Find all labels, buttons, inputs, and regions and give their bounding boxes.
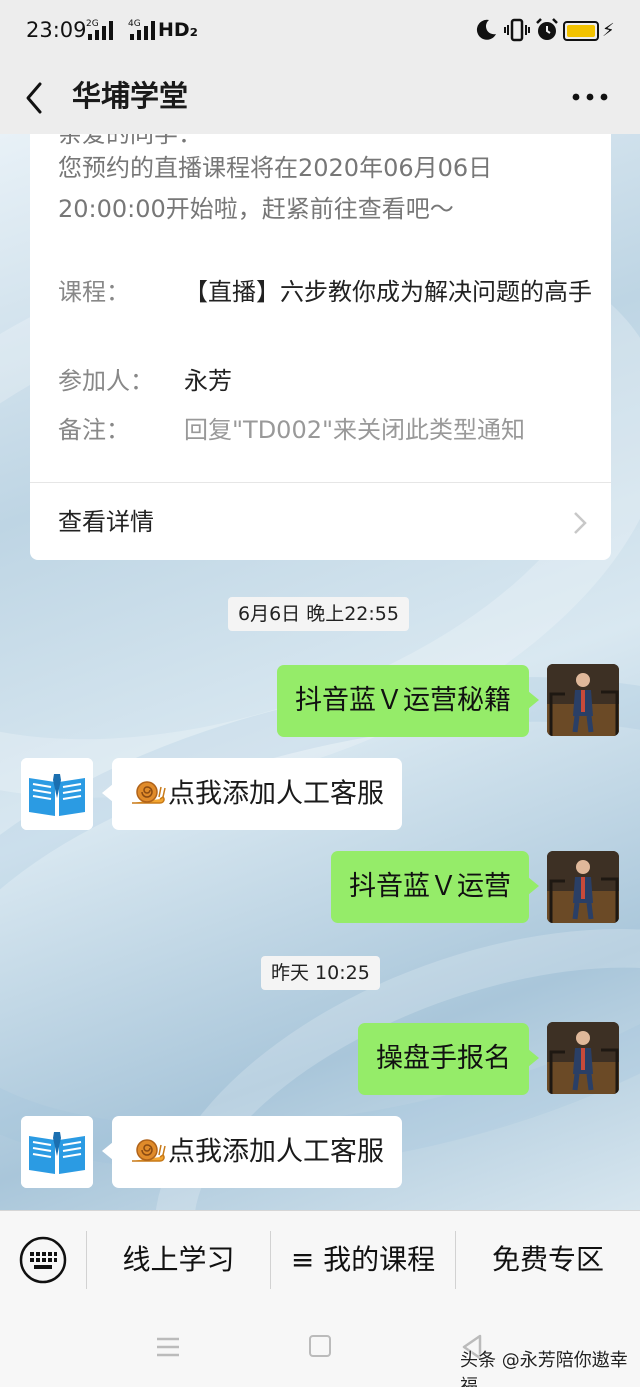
card-intro-text: 您预约的直播课程将在2020年06月06日20:00:00开始啦，赶紧前往查看吧… <box>58 154 493 223</box>
status-bar: 23:09 2G 4G HD₂ ⚡ <box>0 0 640 62</box>
note-key: 备注： <box>58 416 130 444</box>
battery-icon <box>563 21 599 41</box>
menu-online-learning[interactable]: 线上学习 <box>87 1211 270 1309</box>
timestamp: 6月6日 晚上22:55 <box>228 597 409 631</box>
snail-emoji-icon <box>132 1138 166 1162</box>
alarm-icon <box>536 18 558 40</box>
user-avatar-photo <box>547 851 619 923</box>
user-avatar-photo <box>547 1022 619 1094</box>
course-notification-card: 亲爱的同学： 您预约的直播课程将在2020年06月06日20:00:00开始啦，… <box>30 134 611 560</box>
user-avatar[interactable] <box>547 851 619 923</box>
home-icon[interactable] <box>309 1335 331 1357</box>
view-details-link[interactable]: 查看详情 <box>58 502 154 542</box>
signal-4g-label: 4G <box>128 19 141 29</box>
charging-icon: ⚡ <box>602 20 615 41</box>
signal-4g-icon: 4G <box>128 19 155 40</box>
course-value: 【直播】六步教你成为解决问题的高手 <box>184 278 592 306</box>
signal-2g-icon: 2G <box>86 19 113 40</box>
book-logo-icon <box>21 758 93 830</box>
chevron-right-icon[interactable] <box>570 510 590 536</box>
attendee-value: 永芳 <box>184 367 232 395</box>
snail-emoji-icon <box>132 780 166 804</box>
official-account-menu: 线上学习 ≡ 我的课程 免费专区 <box>0 1210 640 1308</box>
timestamp: 昨天 10:25 <box>261 956 380 990</box>
signal-2g-label: 2G <box>86 19 99 29</box>
bot-reply-bubble[interactable]: 点我添加人工客服 <box>102 758 402 830</box>
bot-reply-text: 点我添加人工客服 <box>168 778 384 810</box>
user-message-bubble[interactable]: 抖音蓝Ｖ运营 <box>331 851 539 923</box>
course-key: 课程： <box>58 278 130 306</box>
user-message-bubble[interactable]: 操盘手报名 <box>358 1023 539 1095</box>
keyboard-toggle-icon[interactable] <box>18 1235 68 1285</box>
back-arrow-icon[interactable] <box>20 76 50 120</box>
user-message-bubble[interactable]: 抖音蓝Ｖ运营秘籍 <box>277 665 539 737</box>
watermark: 头条 @永芳陪你遨幸福 <box>460 1350 628 1387</box>
bot-reply-text: 点我添加人工客服 <box>168 1136 384 1168</box>
menu-my-courses[interactable]: ≡ 我的课程 <box>271 1211 455 1309</box>
bot-avatar[interactable] <box>21 1116 93 1188</box>
recent-apps-icon[interactable] <box>156 1336 180 1358</box>
user-avatar-photo <box>547 664 619 736</box>
user-avatar[interactable] <box>547 664 619 736</box>
title-bar: 华埔学堂 <box>0 62 640 134</box>
menu-free-zone[interactable]: 免费专区 <box>456 1211 640 1309</box>
page-title: 华埔学堂 <box>72 79 189 113</box>
note-value: 回复"TD002"来关闭此类型通知 <box>184 416 526 444</box>
attendee-key: 参加人： <box>58 367 154 395</box>
vibrate-icon <box>504 18 530 42</box>
card-divider <box>30 482 611 483</box>
more-options-icon[interactable] <box>566 82 614 112</box>
hd-voice-badge: HD₂ <box>158 19 198 41</box>
user-avatar[interactable] <box>547 1022 619 1094</box>
moon-icon <box>476 19 496 40</box>
system-nav-bar: 头条 @永芳陪你遨幸福 <box>0 1308 640 1387</box>
bot-reply-bubble[interactable]: 点我添加人工客服 <box>102 1116 402 1188</box>
chat-area[interactable]: 亲爱的同学： 您预约的直播课程将在2020年06月06日20:00:00开始啦，… <box>0 134 640 1210</box>
book-logo-icon <box>21 1116 93 1188</box>
bot-avatar[interactable] <box>21 758 93 830</box>
status-time: 23:09 <box>26 18 87 42</box>
